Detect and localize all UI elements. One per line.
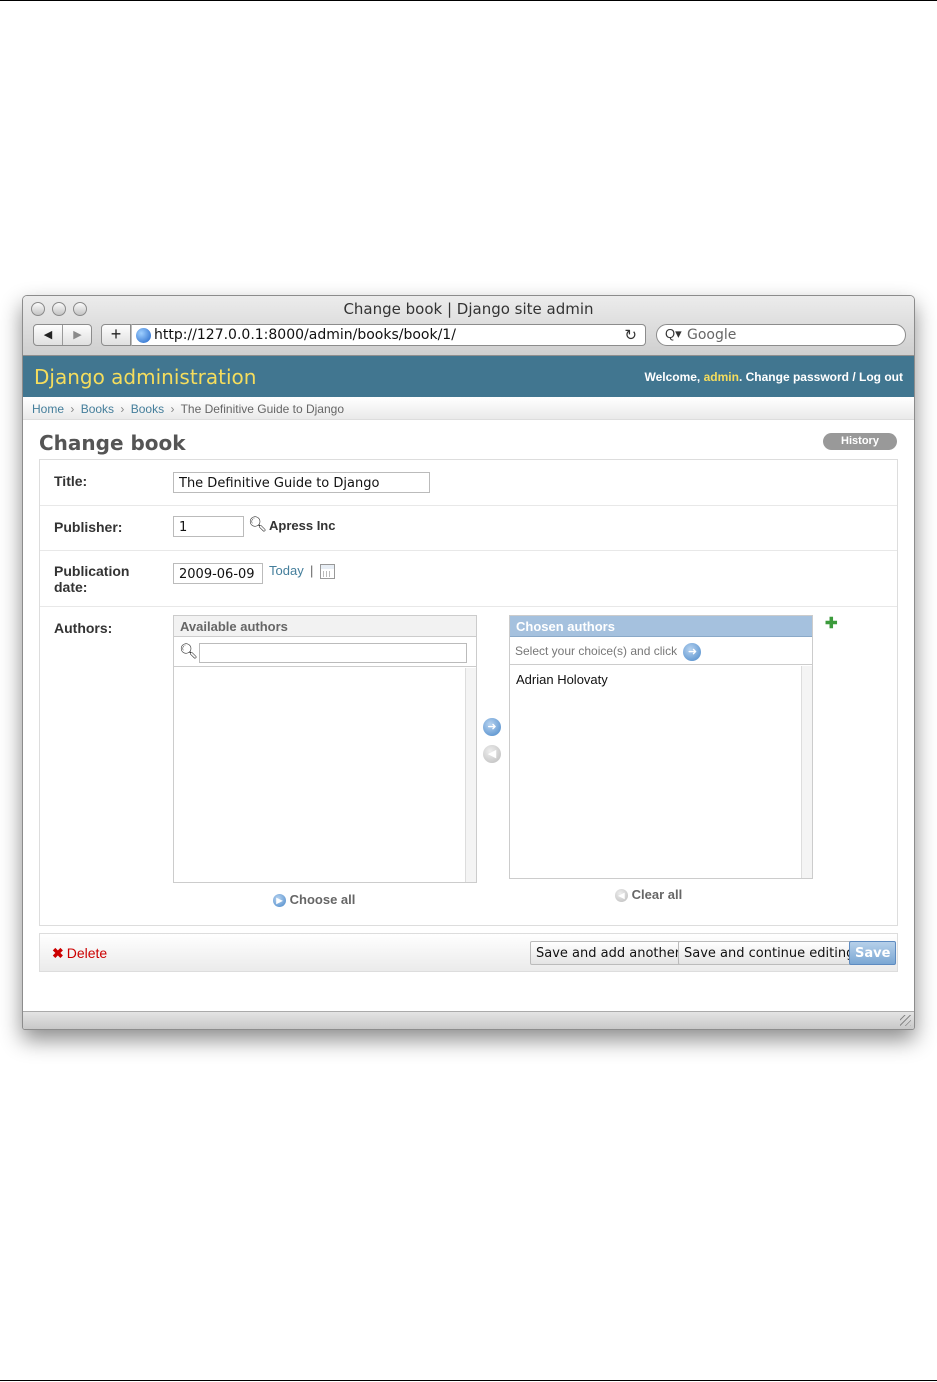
back-icon[interactable]: ◀	[34, 325, 62, 345]
delete-link[interactable]: ✖ Delete	[52, 945, 107, 962]
form-row-title: Title: The Definitive Guide to Django	[40, 460, 897, 506]
window-title: Change book | Django site admin	[343, 300, 594, 318]
date-shortcut-divider: |	[310, 563, 314, 578]
chosen-authors-title: Chosen authors	[510, 616, 812, 637]
title-input[interactable]: The Definitive Guide to Django	[173, 472, 430, 493]
reload-icon[interactable]: ↻	[624, 326, 637, 344]
browser-statusbar	[23, 1011, 914, 1029]
page-title: Change book	[39, 431, 186, 455]
site-branding[interactable]: Django administration	[34, 365, 256, 389]
form-row-authors: Authors: Available authors 🔍︎ ➜ ◀ Chosen…	[40, 607, 897, 925]
plus-icon[interactable]: ✚	[825, 614, 838, 632]
submit-row: ✖ Delete Save and add another Save and co…	[39, 933, 898, 972]
chosen-authors-help: Select your choice(s) and click ➜	[510, 637, 812, 665]
authors-label: Authors:	[54, 620, 113, 636]
save-and-add-another-button[interactable]: Save and add another	[530, 941, 687, 965]
author-filter-input[interactable]	[199, 643, 467, 663]
chosen-authors-scrollbar[interactable]	[801, 666, 812, 878]
save-and-continue-button[interactable]: Save and continue editing	[678, 941, 861, 965]
publication-date-label: Publication date:	[54, 563, 130, 595]
logout-link[interactable]: Log out	[859, 370, 903, 384]
arrow-left-circle-icon[interactable]: ◀	[483, 745, 501, 763]
arrow-right-circle-icon: ➜	[683, 643, 702, 661]
available-authors-filter: 🔍︎	[174, 637, 476, 667]
user-tools-divider: /	[852, 370, 856, 384]
welcome-text: Welcome,	[644, 370, 701, 384]
title-label: Title:	[54, 473, 88, 489]
address-bar[interactable]: http://127.0.0.1:8000/admin/books/book/1…	[131, 324, 646, 346]
form-row-publication-date: Publication date: 2009-06-09 Today |	[40, 551, 897, 607]
browser-window: Change book | Django site admin ◀ ▶ + ht…	[22, 295, 915, 1030]
magnifier-icon[interactable]: 🔍︎	[248, 515, 267, 533]
filter-search-icon: 🔍︎	[179, 643, 199, 660]
search-icon: Q▾	[665, 326, 682, 341]
available-authors-scrollbar[interactable]	[465, 668, 476, 882]
arrow-left-circle-icon: ◀	[615, 889, 628, 903]
breadcrumb-books-app[interactable]: Books	[81, 402, 114, 416]
delete-icon: ✖	[52, 945, 64, 961]
user-tools: Welcome, admin. Change password / Log ou…	[644, 370, 903, 384]
arrow-right-circle-icon: ▶	[273, 894, 286, 908]
globe-icon	[136, 328, 151, 343]
change-password-link[interactable]: Change password	[746, 370, 849, 384]
search-placeholder: Google	[687, 327, 737, 343]
publisher-name: Apress Inc	[269, 518, 336, 533]
available-authors-title: Available authors	[174, 616, 476, 637]
search-input[interactable]: Q▾ Google	[656, 324, 906, 346]
book-form-fieldset: Title: The Definitive Guide to Django Pu…	[39, 459, 898, 926]
page-bottom-rule	[0, 1380, 937, 1381]
publisher-id-input[interactable]: 1	[173, 516, 244, 537]
history-button[interactable]: History	[823, 433, 897, 450]
page-top-rule	[0, 0, 937, 1]
form-row-publisher: Publisher: 1 🔍︎ Apress Inc	[40, 506, 897, 551]
breadcrumb-current: The Definitive Guide to Django	[180, 402, 345, 416]
breadcrumb-home[interactable]: Home	[32, 402, 64, 416]
chosen-authors-box: Chosen authors Select your choice(s) and…	[509, 615, 813, 879]
publication-date-input[interactable]: 2009-06-09	[173, 563, 263, 584]
available-authors-box: Available authors 🔍︎	[173, 615, 477, 883]
save-button[interactable]: Save	[849, 941, 897, 965]
arrow-right-circle-icon[interactable]: ➜	[483, 718, 501, 736]
django-header: Django administration Welcome, admin. Ch…	[23, 356, 914, 397]
today-link[interactable]: Today	[269, 563, 304, 578]
breadcrumb-books-model[interactable]: Books	[131, 402, 164, 416]
clear-all-link[interactable]: ◀ Clear all	[615, 887, 682, 903]
add-bookmark-icon[interactable]: +	[101, 324, 131, 346]
browser-titlebar: Change book | Django site admin ◀ ▶ + ht…	[23, 296, 914, 356]
publisher-label: Publisher:	[54, 519, 123, 535]
chosen-author-option[interactable]: Adrian Holovaty	[516, 672, 608, 687]
nav-buttons: ◀ ▶	[33, 324, 92, 346]
choose-all-link[interactable]: ▶ Choose all	[273, 892, 355, 908]
resize-grip-icon[interactable]	[900, 1015, 911, 1026]
url-text: http://127.0.0.1:8000/admin/books/book/1…	[154, 327, 456, 343]
username: admin	[703, 370, 739, 384]
breadcrumb: Home › Books › Books › The Definitive Gu…	[23, 397, 914, 420]
calendar-icon[interactable]	[320, 564, 335, 579]
forward-icon[interactable]: ▶	[63, 325, 92, 345]
